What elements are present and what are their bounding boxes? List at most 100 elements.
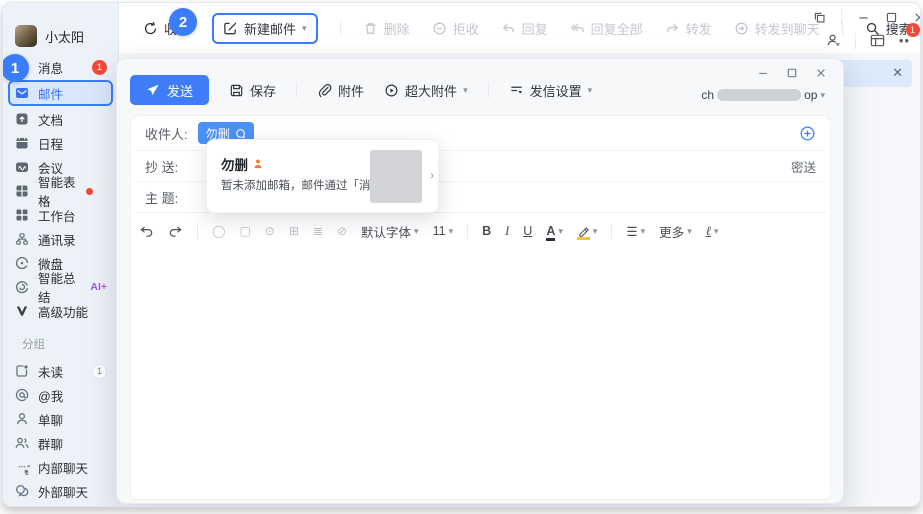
- underline-button[interactable]: U: [523, 224, 532, 238]
- group-section-label: 分组: [22, 339, 45, 351]
- more-menu-icon[interactable]: •• 1: [899, 23, 920, 48]
- clock-icon[interactable]: ⊘: [337, 224, 347, 238]
- highlight-button[interactable]: ▾: [576, 225, 598, 240]
- sidebar-item-external-chat[interactable]: 外部聊天: [8, 479, 113, 503]
- paperclip-icon: [317, 83, 332, 98]
- align-icon: ☰: [626, 224, 638, 239]
- image-icon[interactable]: ▢: [239, 224, 250, 238]
- user-profile[interactable]: 小太阳: [3, 3, 118, 47]
- signature-icon: ℓ: [705, 223, 711, 238]
- action-divider: [487, 82, 489, 98]
- utility-icons: •• 1: [825, 23, 920, 49]
- app-window: 小太阳 消息 1 邮件 文档 日程 会议 智能表格 工作台 通讯录 微盘 智能总…: [2, 2, 921, 507]
- format-divider: [197, 223, 198, 239]
- contact-tooltip: 勿删 暂未添加邮箱，邮件通过「消息」接收 ›: [206, 139, 439, 213]
- contact-name: 勿删: [221, 154, 264, 174]
- chevron-right-icon[interactable]: ›: [430, 170, 434, 182]
- align-button[interactable]: ☰ ▾: [626, 224, 645, 239]
- chevron-down-icon: ▾: [463, 84, 468, 95]
- undo-icon[interactable]: [139, 224, 154, 239]
- add-recipient-icon[interactable]: [799, 125, 816, 142]
- bold-button[interactable]: B: [482, 224, 491, 238]
- forward-button[interactable]: 转发: [665, 19, 712, 38]
- refresh-icon: [143, 21, 158, 36]
- send-settings-button[interactable]: 发信设置 ▾: [509, 81, 592, 100]
- insert-icon[interactable]: ◯: [212, 224, 225, 238]
- compose-button[interactable]: 新建邮件 ▾: [212, 12, 318, 44]
- trash-icon: [363, 21, 378, 36]
- calendar-icon: [14, 135, 30, 151]
- sender-account-select[interactable]: ch op ▾: [701, 88, 825, 102]
- send-button[interactable]: 发送: [130, 75, 210, 105]
- reject-button[interactable]: 拒收: [432, 19, 479, 38]
- large-attachment-button[interactable]: 超大附件 ▾: [384, 81, 468, 100]
- sidebar-item-ai-summary[interactable]: 智能总结 AI+: [8, 272, 113, 305]
- person-icon: [14, 411, 30, 427]
- compose-action-bar: 发送 保存 附件 超大附件 ▾ 发信设置 ▾: [130, 75, 592, 105]
- maximize-icon[interactable]: [885, 11, 898, 24]
- contact-status-icon[interactable]: [825, 32, 842, 49]
- list-icon[interactable]: ≣: [313, 224, 323, 238]
- delete-button[interactable]: 删除: [363, 19, 410, 38]
- link-icon[interactable]: ⊙: [265, 224, 275, 238]
- signature-button[interactable]: ℓ ▾: [706, 224, 719, 239]
- font-color-button[interactable]: A ▾: [546, 224, 563, 241]
- message-body[interactable]: [131, 249, 830, 489]
- compose-window: ch op ▾ 发送 保存 附件 超大附件 ▾ 发信设置 ▾ 收件人: 勿删 抄…: [116, 58, 844, 504]
- block-icon: [432, 21, 447, 36]
- reply-all-icon: [570, 21, 585, 36]
- sidebar-item-smart-table[interactable]: 智能表格: [8, 176, 113, 209]
- forward-to-chat-button[interactable]: 转发到聊天: [734, 19, 820, 38]
- at-icon: [14, 387, 30, 403]
- format-toolbar: ◯ ▢ ⊙ ⊞ ≣ ⊘ 默认字体 ▾ 11 ▾ B I U A ▾ ▾ ☰ ▾ 更多 ▾ …: [131, 213, 830, 249]
- font-size-select[interactable]: 11 ▾: [433, 224, 454, 238]
- sidebar-item-unread[interactable]: 未读 1: [8, 359, 113, 383]
- sidebar-item-my-company[interactable]: 我的企业 8: [8, 503, 113, 506]
- redo-icon[interactable]: [168, 224, 183, 239]
- reply-all-button[interactable]: 回复全部: [570, 19, 643, 38]
- chevron-down-icon: ▾: [713, 225, 719, 236]
- meeting-icon: [14, 159, 30, 175]
- close-icon[interactable]: [913, 11, 920, 24]
- large-attachment-icon: [384, 83, 399, 98]
- mail-toolbar: 收取 新建邮件 ▾ 删除 拒收 回复 回复全部 转发 转: [119, 3, 920, 53]
- sidebar-item-single-chat[interactable]: 单聊: [8, 407, 113, 431]
- subject-label: 主 题:: [145, 190, 179, 206]
- sidebar-item-premium[interactable]: 高级功能: [8, 299, 113, 323]
- popout-icon[interactable]: [813, 11, 826, 24]
- toolbar-divider: [339, 20, 341, 36]
- font-family-select[interactable]: 默认字体 ▾: [361, 222, 419, 241]
- compose-maximize-icon[interactable]: [786, 67, 798, 79]
- sidebar-item-calendar[interactable]: 日程: [8, 131, 113, 155]
- sidebar-item-mail[interactable]: 邮件: [8, 80, 113, 106]
- unread-badge: 1: [92, 363, 107, 379]
- notification-badge: 1: [906, 23, 920, 37]
- reply-icon: [501, 21, 516, 36]
- sidebar-item-at-me[interactable]: @我: [8, 383, 113, 407]
- italic-button[interactable]: I: [505, 224, 509, 239]
- compose-close-icon[interactable]: [815, 67, 827, 79]
- annotation-step-1: 1: [3, 54, 29, 82]
- sidebar-item-group-chat[interactable]: 群聊: [8, 431, 113, 455]
- reply-button[interactable]: 回复: [501, 19, 548, 38]
- banner-close-icon[interactable]: ✕: [892, 65, 903, 81]
- compose-minimize-icon[interactable]: [757, 67, 769, 79]
- attachment-button[interactable]: 附件: [317, 81, 364, 100]
- sidebar-item-contacts[interactable]: 通讯录: [8, 227, 113, 251]
- chevron-down-icon: ▾: [414, 225, 419, 236]
- sidebar-item-workbench[interactable]: 工作台: [8, 203, 113, 227]
- chevron-down-icon: ▾: [592, 225, 598, 236]
- more-format-button[interactable]: 更多 ▾: [659, 222, 692, 241]
- bcc-toggle[interactable]: 密送: [791, 157, 816, 176]
- chevron-down-icon: ▾: [687, 225, 692, 236]
- user-name: 小太阳: [45, 29, 85, 45]
- minimize-icon[interactable]: [857, 11, 870, 24]
- layout-panel-icon[interactable]: [869, 32, 886, 49]
- table-insert-icon[interactable]: ⊞: [289, 224, 299, 238]
- annotation-step-2: 2: [169, 8, 197, 36]
- save-button[interactable]: 保存: [229, 81, 276, 100]
- sidebar-item-internal-chat[interactable]: 内部聊天: [8, 455, 113, 479]
- highlighter-icon: [576, 226, 590, 240]
- smart-table-dot: [86, 187, 93, 195]
- sidebar-item-docs[interactable]: 文档: [8, 107, 113, 131]
